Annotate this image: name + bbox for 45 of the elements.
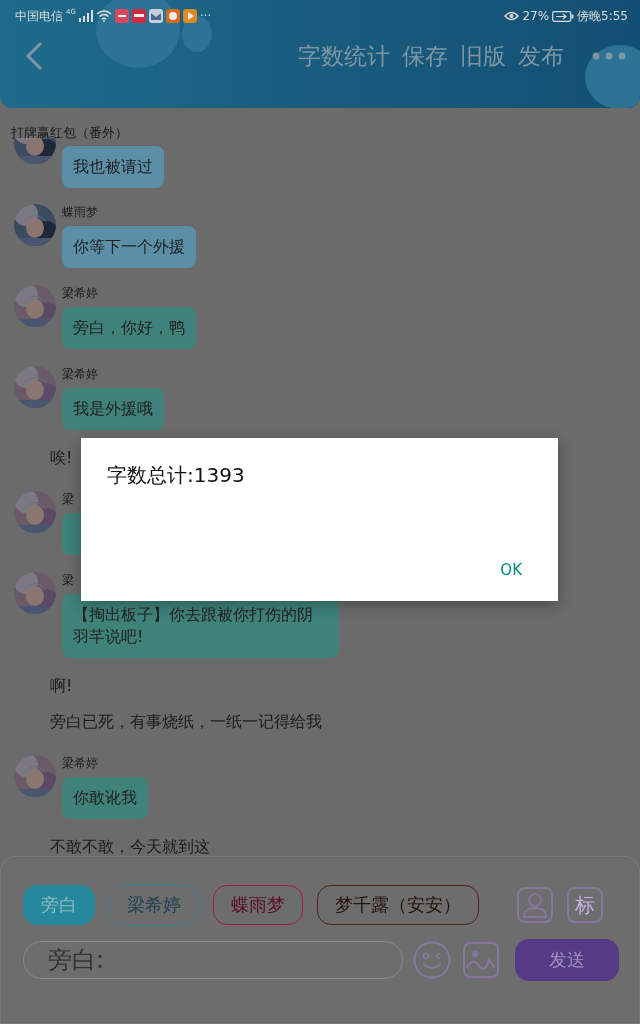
character-chip[interactable]: 蝶雨梦 (213, 885, 303, 925)
clock: 傍晚5:55 (577, 7, 628, 25)
narration-text: 啊! (50, 675, 73, 697)
narration-text: 旁白已死，有事烧纸，一纸一记得给我 (50, 711, 322, 733)
back-icon[interactable] (25, 41, 43, 71)
image-icon[interactable] (463, 942, 499, 978)
message-bubble: 我是外援哦 (62, 388, 164, 430)
wifi-icon (95, 10, 112, 22)
speaker-name: 梁 (62, 491, 74, 507)
carrier-name: 中国电信 (15, 7, 63, 25)
decorative-circle (182, 16, 212, 52)
message-bubble: 我也被请过 (62, 146, 164, 188)
character-chip[interactable]: 梁希婷 (109, 885, 199, 925)
play-icon (182, 9, 197, 23)
speaker-name: 蝶雨梦 (62, 204, 98, 220)
toolbar-action[interactable]: 字数统计 (292, 40, 396, 72)
person-icon[interactable] (517, 887, 553, 923)
ok-button[interactable]: OK (494, 557, 528, 583)
speaker-name: 梁希婷 (62, 366, 98, 382)
more-icon[interactable] (592, 52, 626, 60)
message-input[interactable]: 旁白: (23, 941, 403, 979)
eye-comfort-reading: 27% (522, 9, 550, 23)
speaker-name: 梁希婷 (62, 285, 98, 301)
tag-button[interactable]: 标 (567, 887, 603, 923)
send-button[interactable]: 发送 (515, 939, 619, 981)
decorative-circle (585, 45, 640, 108)
battery-icon (552, 10, 575, 22)
speaker-name: 梁希婷 (62, 755, 98, 771)
character-chip[interactable]: 梦千露（安安） (317, 885, 479, 925)
toolbar-action[interactable]: 旧版 (454, 40, 512, 72)
narration-text: 不敢不敢，今天就到这 (50, 836, 210, 856)
eye-icon (504, 11, 520, 21)
narration-text: 唉! (50, 447, 73, 469)
signal-icon (78, 10, 93, 22)
character-chip[interactable]: 旁白 (23, 885, 95, 925)
message-bubble: 你敢讹我 (62, 777, 148, 819)
message-bubble: 你等下一个外援 (62, 226, 196, 268)
toolbar-action[interactable]: 发布 (512, 40, 570, 72)
message-bubble: 旁白，你好，鸭 (62, 307, 196, 349)
speaker-name: 梁 (62, 572, 74, 588)
toolbar-action[interactable]: 保存 (396, 40, 454, 72)
document-title: 打牌赢红包（番外） (10, 124, 129, 138)
more-notifications: ··· (199, 9, 212, 23)
dialog-message: 字数总计:1393 (107, 462, 246, 489)
wink-emoji-icon[interactable] (413, 941, 451, 979)
